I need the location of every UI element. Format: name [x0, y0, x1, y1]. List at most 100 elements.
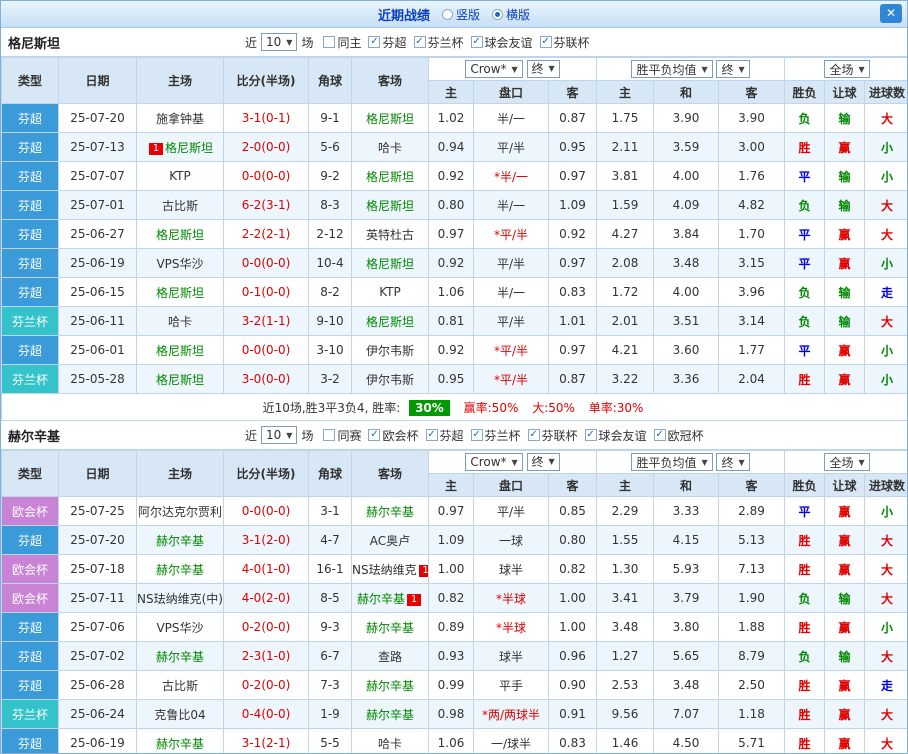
- avg-draw-cell: 3.51: [653, 306, 720, 336]
- filter-checkbox-item[interactable]: ✓ 芬超: [425, 427, 464, 444]
- avg-type-select[interactable]: 胜平负均值 ▼: [631, 453, 713, 471]
- col-header-date: 日期: [58, 450, 137, 497]
- handicap-result-cell: 赢: [824, 219, 866, 249]
- scope-select[interactable]: 全场 ▼: [824, 60, 870, 78]
- result-cell: 胜: [784, 364, 826, 394]
- home-team-cell[interactable]: 1 格尼斯坦: [136, 132, 224, 162]
- away-team-cell[interactable]: 伊尔韦斯: [351, 335, 429, 365]
- home-team-cell[interactable]: 阿尔达克尔贾利: [136, 496, 224, 526]
- filter-checkbox-item[interactable]: ✓ 芬联杯: [527, 427, 578, 444]
- away-team-cell[interactable]: 赫尔辛基: [351, 496, 429, 526]
- checkbox-checked-icon: ✓: [470, 36, 483, 48]
- result-cell: 胜: [784, 525, 826, 555]
- away-team-cell[interactable]: 伊尔韦斯: [351, 364, 429, 394]
- avg-away-cell: 8.79: [718, 641, 786, 671]
- avg-final-select[interactable]: 终 ▼: [716, 453, 750, 471]
- home-team-cell[interactable]: 格尼斯坦: [136, 364, 224, 394]
- away-team-cell[interactable]: 赫尔辛基 1: [351, 583, 429, 613]
- sub-header-home-odds: 主: [428, 80, 474, 104]
- away-team-cell[interactable]: KTP: [351, 277, 429, 307]
- close-button[interactable]: ✕: [880, 4, 902, 23]
- corners-cell: 7-3: [308, 670, 352, 700]
- home-team-cell[interactable]: 赫尔辛基: [136, 525, 224, 555]
- result-cell: 胜: [784, 554, 826, 584]
- away-team-cell[interactable]: 格尼斯坦: [351, 161, 429, 191]
- filter-checkbox-item[interactable]: 同主: [323, 34, 361, 51]
- home-odds-cell: 1.02: [428, 103, 474, 133]
- score-cell: 3-1(2-1): [223, 728, 309, 753]
- filter-checkbox-item[interactable]: ✓ 芬联杯: [539, 34, 590, 51]
- col-header-type: 类型: [1, 57, 59, 104]
- home-team-cell[interactable]: 施拿钟基: [136, 103, 224, 133]
- away-team-cell[interactable]: 赫尔辛基: [351, 699, 429, 729]
- home-team-cell[interactable]: VPS华沙: [136, 248, 224, 278]
- col-header-home: 主场: [136, 450, 224, 497]
- layout-horizontal-option[interactable]: 横版: [492, 6, 530, 23]
- goals-result-cell: 小: [864, 612, 907, 642]
- home-odds-cell: 0.97: [428, 219, 474, 249]
- home-team-cell[interactable]: 赫尔辛基: [136, 728, 224, 753]
- avg-type-select[interactable]: 胜平负均值 ▼: [631, 60, 713, 78]
- scope-select[interactable]: 全场 ▼: [824, 453, 870, 471]
- match-row: 芬超 25-07-02 赫尔辛基 2-3(1-0) 6-7 查路 0.93 球半 0.96 1.2…: [1, 641, 907, 671]
- team-name: 赫尔辛基: [365, 707, 414, 722]
- away-team-cell[interactable]: 赫尔辛基: [351, 612, 429, 642]
- away-odds-cell: 0.80: [547, 525, 598, 555]
- goals-result-cell: 大: [864, 728, 907, 753]
- avg-draw-cell: 3.59: [653, 132, 720, 162]
- filter-checkbox-item[interactable]: ✓ 球会友谊: [470, 34, 533, 51]
- odds-final-select[interactable]: 终 ▼: [526, 452, 560, 471]
- away-team-cell[interactable]: 哈卡: [351, 728, 429, 753]
- away-team-cell[interactable]: 格尼斯坦: [351, 103, 429, 133]
- home-team-cell[interactable]: 格尼斯坦: [136, 335, 224, 365]
- filter-checkbox-item[interactable]: 同赛: [323, 427, 361, 444]
- match-count-select[interactable]: 10 ▼: [261, 33, 298, 51]
- home-team-cell[interactable]: 哈卡: [136, 306, 224, 336]
- odds-final-select[interactable]: 终 ▼: [526, 59, 560, 78]
- filter-checkbox-item[interactable]: ✓ 芬兰杯: [470, 427, 521, 444]
- match-count-select[interactable]: 10 ▼: [261, 426, 298, 444]
- home-team-cell[interactable]: 赫尔辛基: [136, 641, 224, 671]
- filter-checkbox-item[interactable]: ✓ 球会友谊: [584, 427, 647, 444]
- corners-cell: 2-12: [308, 219, 352, 249]
- filter-checkbox-item[interactable]: ✓ 芬超: [368, 34, 407, 51]
- filter-checkbox-item[interactable]: ✓ 欧会杯: [368, 427, 419, 444]
- away-team-cell[interactable]: 格尼斯坦: [351, 190, 429, 220]
- home-team-cell[interactable]: 赫尔辛基: [136, 554, 224, 584]
- home-team-cell[interactable]: 克鲁比04: [136, 699, 224, 729]
- avg-home-cell: 4.21: [596, 335, 655, 365]
- score-cell: 3-1(2-0): [223, 525, 309, 555]
- away-team-cell[interactable]: 查路: [351, 641, 429, 671]
- home-team-cell[interactable]: NS珐纳维克(中): [136, 583, 224, 613]
- home-team-cell[interactable]: 格尼斯坦: [136, 277, 224, 307]
- avg-draw-cell: 4.00: [653, 277, 720, 307]
- filter-checkbox-item[interactable]: ✓ 芬兰杯: [413, 34, 464, 51]
- odds-source-select[interactable]: Crow* ▼: [465, 60, 523, 79]
- team-name: VPS华沙: [156, 256, 204, 271]
- layout-vertical-option[interactable]: 竖版: [441, 6, 480, 23]
- away-team-cell[interactable]: AC奥卢: [351, 525, 429, 555]
- home-team-cell[interactable]: VPS华沙: [136, 612, 224, 642]
- home-team-cell[interactable]: KTP: [136, 161, 224, 191]
- team-name: NS珐纳维克: [352, 562, 417, 577]
- avg-draw-cell: 7.07: [653, 699, 720, 729]
- filter-checkbox-item[interactable]: ✓ 欧冠杯: [653, 427, 704, 444]
- away-team-cell[interactable]: 格尼斯坦: [351, 306, 429, 336]
- sub-header-avg-away: 客: [718, 473, 786, 497]
- away-team-cell[interactable]: 格尼斯坦: [351, 248, 429, 278]
- home-team-cell[interactable]: 古比斯: [136, 190, 224, 220]
- match-date-cell: 25-07-06: [58, 612, 137, 642]
- home-team-cell[interactable]: 古比斯: [136, 670, 224, 700]
- sub-header-away-odds: 客: [547, 473, 598, 497]
- away-team-cell[interactable]: 英特杜古: [351, 219, 429, 249]
- odds-source-select[interactable]: Crow* ▼: [465, 453, 523, 472]
- result-cell: 胜: [784, 699, 826, 729]
- avg-final-select[interactable]: 终 ▼: [716, 60, 750, 78]
- cover-rate: 赢率:50%: [463, 400, 519, 415]
- away-team-cell[interactable]: NS珐纳维克 1: [351, 554, 429, 584]
- away-team-cell[interactable]: 哈卡: [351, 132, 429, 162]
- home-odds-cell: 1.06: [428, 277, 474, 307]
- summary-text: 近10场,胜3平3负4, 胜率:: [262, 400, 401, 415]
- home-team-cell[interactable]: 格尼斯坦: [136, 219, 224, 249]
- away-team-cell[interactable]: 赫尔辛基: [351, 670, 429, 700]
